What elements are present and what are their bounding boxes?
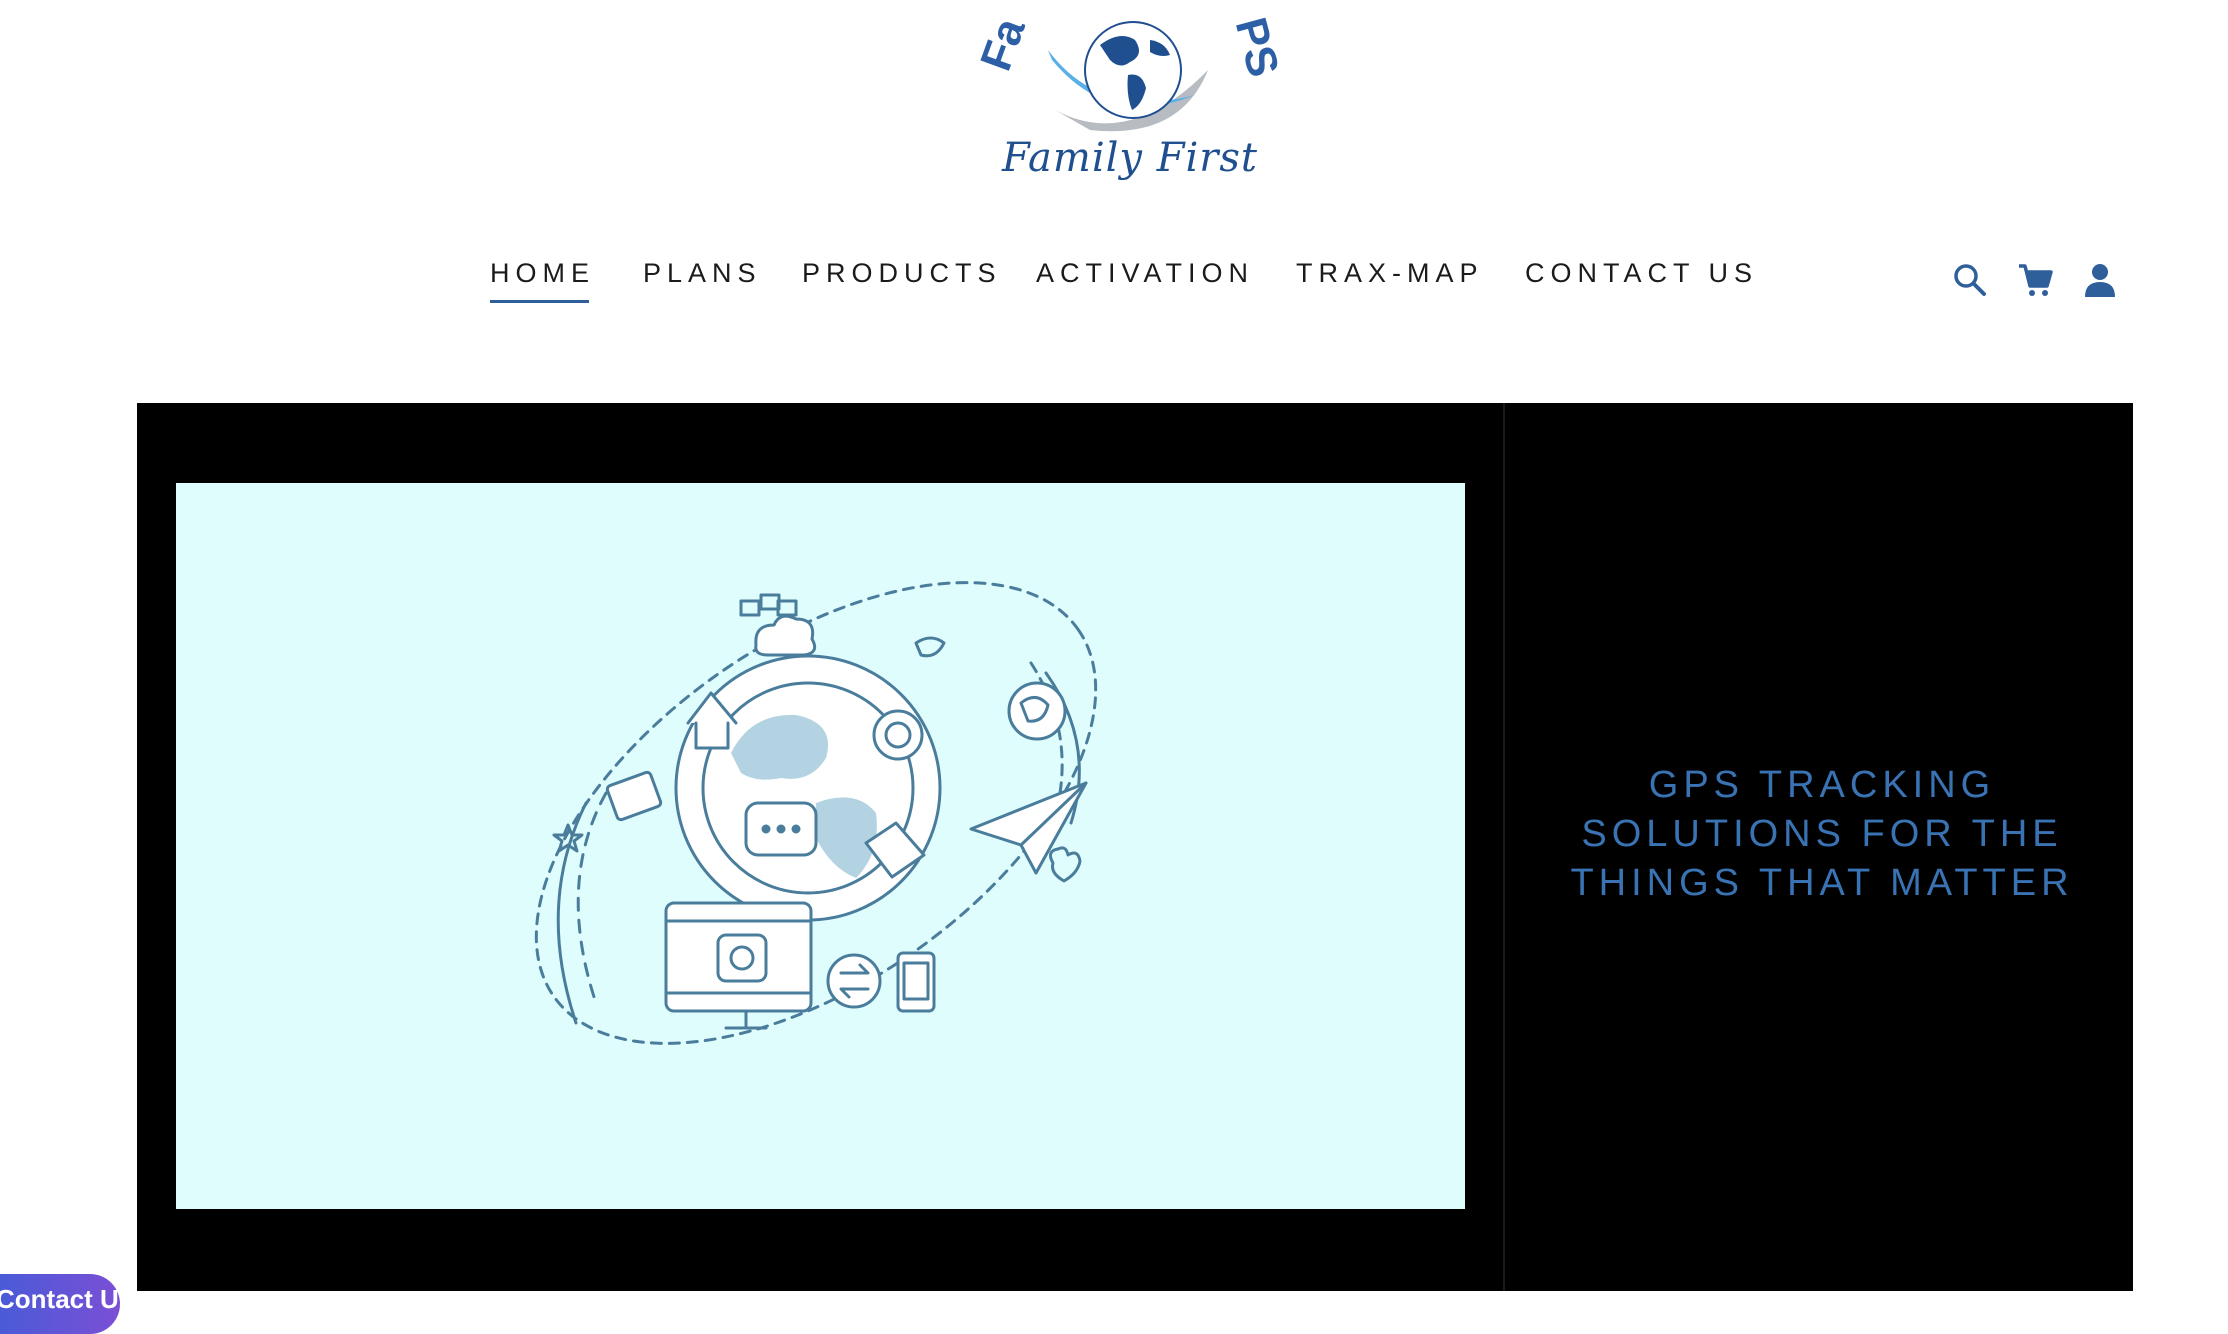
- nav-item-activation[interactable]: ACTIVATION: [1036, 258, 1254, 289]
- search-icon[interactable]: [1950, 260, 1990, 300]
- contact-us-badge[interactable]: Contact Us: [0, 1274, 133, 1334]
- connected-world-illustration-icon: [534, 581, 1098, 1045]
- hero-headline: GPS TRACKING SOLUTIONS FOR THE THINGS TH…: [1570, 764, 2074, 904]
- nav-item-plans[interactable]: PLANS: [643, 258, 762, 289]
- nav-item-home[interactable]: HOME: [490, 258, 595, 303]
- logo-arc-right: PS: [1226, 13, 1289, 82]
- hero-section: GPS TRACKING SOLUTIONS FOR THE THINGS TH…: [137, 403, 2133, 1291]
- main-nav: HOME PLANS PRODUCTS ACTIVATION TRAX-MAP …: [0, 258, 2228, 308]
- nav-item-trax-map[interactable]: TRAX-MAP: [1296, 258, 1484, 289]
- hero-divider: [1503, 403, 1505, 1291]
- logo-tagline: Family First: [1002, 135, 1258, 181]
- logo-arc-left: Fa: [971, 11, 1035, 77]
- hero-video[interactable]: [176, 483, 1465, 1209]
- account-icon[interactable]: [2080, 260, 2120, 300]
- cart-icon[interactable]: [2015, 260, 2055, 300]
- site-logo[interactable]: Fa PS Family First: [960, 0, 1300, 200]
- nav-item-contact-us[interactable]: CONTACT US: [1525, 258, 1758, 289]
- nav-item-products[interactable]: PRODUCTS: [802, 258, 1002, 289]
